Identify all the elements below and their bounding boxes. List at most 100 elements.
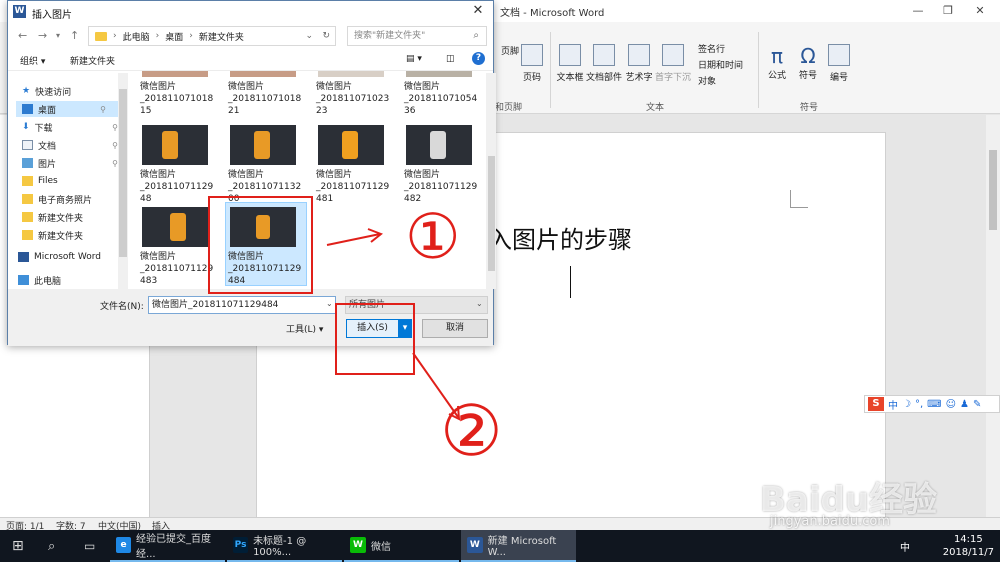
sidebar-item-downloads[interactable]: ⬇ 下载 ⚲ [22, 119, 118, 135]
back-arrow-icon[interactable]: ← [18, 29, 27, 42]
user-icon[interactable]: ☺ [946, 399, 956, 410]
sidebar-item-pictures[interactable]: 图片 ⚲ [22, 155, 118, 171]
start-button[interactable]: ⊞ [6, 530, 36, 562]
insert-dropdown-button[interactable]: ▾ [398, 319, 412, 338]
file-item[interactable]: 微信图片 _201811071023 23 [316, 71, 396, 117]
sidebar-item-this-pc[interactable]: 此电脑 [18, 272, 61, 288]
breadcrumb-folder[interactable]: 新建文件夹 [199, 30, 244, 43]
object-button[interactable]: 对象 [698, 74, 716, 87]
address-row: ← → ▾ ↑ › 此电脑 › 桌面 › 新建文件夹 ⌄ ↻ 搜索"新建文件夹"… [8, 25, 493, 47]
numbering-button[interactable]: 编号 [819, 44, 859, 83]
insert-picture-dialog: W 插入图片 ✕ ← → ▾ ↑ › 此电脑 › 桌面 › 新建文件夹 ⌄ ↻ … [7, 0, 496, 346]
system-clock[interactable]: 14:15 2018/11/7 [943, 533, 994, 559]
sidebar-scroll-thumb[interactable] [119, 89, 127, 257]
page-number-button[interactable]: 页码 [512, 44, 552, 83]
sidebar-item-word[interactable]: Microsoft Word [18, 249, 101, 265]
ime-lang-label[interactable]: 中 [888, 397, 898, 412]
punct-icon[interactable]: °, [915, 399, 923, 410]
windows-icon: ⊞ [12, 538, 24, 554]
file-item[interactable]: 微信图片 _201811071129 482 [404, 125, 484, 205]
dialog-title-bar[interactable]: W 插入图片 ✕ [8, 1, 493, 23]
filename-input[interactable]: 微信图片_201811071129484 [148, 296, 336, 314]
file-item[interactable]: 微信图片 _201811071129 481 [316, 125, 396, 205]
file-item[interactable]: 微信图片 _201811071018 15 [140, 71, 220, 117]
moon-icon[interactable]: ☽ [902, 399, 911, 410]
margin-corner-mark [790, 190, 808, 208]
forward-arrow-icon[interactable]: → [38, 29, 47, 42]
filetype-select[interactable]: 所有图片 [345, 296, 488, 314]
recent-dropdown-icon[interactable]: ▾ [56, 31, 60, 40]
signature-line-button[interactable]: 签名行 [698, 42, 725, 55]
breadcrumb-this-pc[interactable]: 此电脑 [123, 30, 150, 43]
taskbar-item-label: 微信 [371, 541, 391, 553]
task-view-icon: ▭ [84, 539, 96, 553]
watermark-url: jingyan.baidu.com [770, 514, 890, 529]
address-bar[interactable]: › 此电脑 › 桌面 › 新建文件夹 ⌄ ↻ [88, 26, 336, 46]
preview-pane-icon[interactable]: ◫ [446, 54, 455, 64]
file-thumbnail [230, 125, 296, 165]
sidebar-item-new-folder[interactable]: 新建文件夹 [22, 209, 83, 225]
text-cursor [570, 266, 571, 298]
insert-button[interactable]: 插入(S) [346, 319, 399, 338]
quick-parts-button[interactable]: 文档部件 [584, 44, 624, 83]
taskbar-item-wechat[interactable]: W 微信 [344, 530, 459, 562]
ime-indicator[interactable]: 中 [900, 539, 910, 554]
keyboard-icon[interactable]: ⌨ [927, 399, 941, 410]
word-icon [18, 252, 29, 262]
folder-icon [95, 31, 107, 41]
breadcrumb-desktop[interactable]: 桌面 [165, 30, 183, 43]
organize-button[interactable]: 组织 ▾ [20, 54, 45, 67]
file-item[interactable]: 微信图片 _201811071132 00 [228, 125, 308, 205]
word-icon: W [467, 537, 483, 553]
close-icon[interactable]: ✕ [966, 2, 994, 20]
close-icon[interactable]: ✕ [467, 3, 489, 18]
chevron-icon: › [155, 31, 160, 41]
sidebar-item-files[interactable]: Files [22, 173, 58, 189]
file-item[interactable]: 微信图片 _201811071054 36 [404, 71, 484, 117]
file-item[interactable]: 微信图片 _201811071129 483 [140, 207, 220, 287]
cancel-button[interactable]: 取消 [422, 319, 488, 338]
sogou-logo-icon[interactable]: S [868, 397, 884, 411]
date-time-button[interactable]: 日期和时间 [698, 58, 743, 71]
minimize-icon[interactable]: — [904, 2, 932, 20]
refresh-icon[interactable]: ↻ [322, 31, 330, 41]
sidebar-item-new-folder-2[interactable]: 新建文件夹 [22, 227, 83, 243]
chevron-down-icon[interactable]: ⌄ [476, 299, 483, 308]
document-heading[interactable]: 入图片的步骤 [488, 220, 632, 255]
new-folder-button[interactable]: 新建文件夹 [70, 54, 115, 67]
chevron-down-icon[interactable]: ⌄ [305, 31, 313, 41]
tool-icon[interactable]: ✎ [973, 399, 981, 410]
taskbar-item-photoshop[interactable]: Ps 未标题-1 @ 100%... [227, 530, 342, 562]
search-icon[interactable]: ⌕ [473, 30, 479, 41]
view-options-icon[interactable]: ▤ ▾ [406, 54, 422, 64]
file-item[interactable]: 微信图片 _201811071018 21 [228, 71, 308, 117]
clock-time: 14:15 [953, 534, 983, 545]
restore-icon[interactable]: ❐ [934, 2, 962, 20]
tools-button[interactable]: 工具(L) ▾ [286, 322, 323, 335]
document-scroll-thumb[interactable] [989, 150, 997, 230]
filename-label: 文件名(N): [100, 302, 144, 312]
file-thumbnail [318, 125, 384, 165]
chevron-down-icon[interactable]: ⌄ [326, 299, 333, 308]
dialog-toolbar: 组织 ▾ 新建文件夹 ▤ ▾ ◫ ? [8, 49, 493, 71]
pin-icon[interactable]: ⚲ [100, 105, 106, 114]
taskbar-item-ie[interactable]: e 经验已提交_百度经... [110, 530, 225, 562]
shirt-icon[interactable]: ♟ [960, 399, 969, 410]
taskbar-item-word[interactable]: W 新建 Microsoft W... [461, 530, 576, 562]
search-input[interactable]: 搜索"新建文件夹" [347, 26, 487, 46]
group-label-symbols: 符号 [800, 103, 819, 113]
help-icon[interactable]: ? [472, 52, 485, 65]
search-button[interactable]: ⌕ [42, 530, 72, 562]
file-item[interactable]: 微信图片 _201811071129 48 [140, 125, 220, 205]
sidebar-item-ecommerce[interactable]: 电子商务照片 [22, 191, 92, 207]
sidebar-item-desktop[interactable]: 桌面 ⚲ [16, 101, 118, 117]
sidebar-item-documents[interactable]: 文档 ⚲ [22, 137, 118, 153]
ime-toolbar[interactable]: S 中 ☽ °, ⌨ ☺ ♟ ✎ [864, 395, 1000, 413]
dropcap-button[interactable]: 首字下沉 [653, 44, 693, 83]
folder-icon [22, 194, 33, 204]
up-arrow-icon[interactable]: ↑ [70, 29, 79, 42]
file-list-scroll-thumb[interactable] [488, 156, 495, 271]
task-view-button[interactable]: ▭ [78, 530, 108, 562]
file-item-selected[interactable]: 微信图片 _201811071129 484 [225, 202, 307, 286]
sidebar-item-quick-access[interactable]: ★ 快速访问 [22, 83, 71, 99]
